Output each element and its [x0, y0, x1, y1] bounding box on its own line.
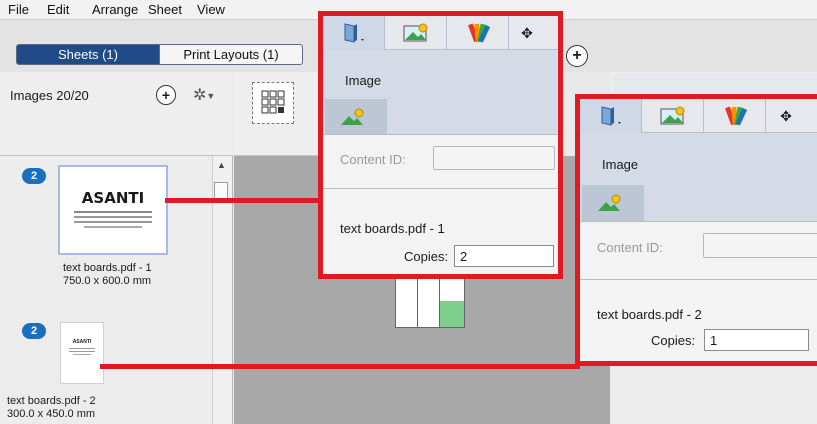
color-palette-icon — [724, 106, 747, 126]
image-icon — [403, 23, 427, 42]
image-icon — [341, 108, 364, 125]
copies-label: Copies: — [651, 333, 696, 348]
image-name-1: text boards.pdf - 1 — [63, 262, 152, 274]
tab-print-layouts[interactable]: Print Layouts (1) — [159, 45, 302, 64]
tab-color[interactable] — [447, 16, 509, 50]
image-thumbnail-2[interactable]: ASANTI — [60, 322, 104, 384]
section-title: Image — [345, 73, 382, 88]
move-icon: ✥ — [521, 24, 533, 41]
inspector-callout-1: ✥ Image Content ID: text boards.pdf - 1 … — [318, 11, 563, 279]
add-tab-button[interactable]: + — [566, 45, 588, 67]
quantity-badge: 2 — [22, 323, 46, 339]
copies-label: Copies: — [404, 249, 449, 264]
inspector-tabs: ✥ — [580, 99, 817, 133]
image-thumbnail-1[interactable]: ASANTI — [58, 165, 168, 255]
color-palette-icon — [467, 23, 490, 43]
images-count-label: Images 20/20 — [10, 88, 89, 103]
tab-image[interactable] — [385, 16, 447, 50]
callout-connector-1 — [165, 198, 325, 203]
scroll-up-icon[interactable]: ▲ — [217, 160, 226, 170]
thumbnail-title: ASANTI — [81, 189, 145, 207]
scroll-thumb[interactable] — [214, 182, 228, 199]
sheet-preview[interactable] — [395, 278, 465, 328]
callout-connector-2 — [100, 364, 580, 369]
plus-icon: + — [161, 87, 171, 103]
menu-arrange[interactable]: Arrange — [92, 2, 138, 17]
gear-icon[interactable]: ✲▼ — [193, 85, 215, 105]
image-size-1: 750.0 x 600.0 mm — [63, 275, 152, 287]
divider — [580, 279, 817, 280]
tab-color[interactable] — [704, 99, 766, 133]
quantity-badge: 2 — [22, 168, 46, 184]
content-id-label: Content ID: — [597, 240, 663, 255]
section-title: Image — [602, 157, 639, 172]
divider — [323, 188, 558, 189]
menu-sheet[interactable]: Sheet — [148, 2, 182, 17]
tab-book[interactable] — [580, 99, 642, 133]
inspector-tabs: ✥ — [323, 16, 558, 50]
move-icon: ✥ — [780, 107, 792, 124]
divider — [580, 221, 817, 222]
divider — [323, 134, 558, 135]
file-label: text boards.pdf - 1 — [340, 221, 445, 236]
image-icon — [598, 194, 621, 211]
grid-icon[interactable] — [252, 82, 294, 124]
content-id-field[interactable] — [703, 233, 817, 258]
image-name-2: text boards.pdf - 2 — [7, 395, 96, 407]
book-icon — [601, 106, 621, 126]
image-icon — [660, 106, 684, 125]
image-size-2: 300.0 x 450.0 mm — [7, 408, 96, 420]
add-image-button[interactable]: + — [156, 85, 176, 105]
image-mode-button[interactable] — [582, 185, 644, 221]
menu-edit[interactable]: Edit — [47, 2, 69, 17]
content-id-label: Content ID: — [340, 152, 406, 167]
content-id-field[interactable] — [433, 146, 555, 170]
copies-field[interactable]: 2 — [454, 245, 554, 267]
file-label: text boards.pdf - 2 — [597, 307, 702, 322]
menu-file[interactable]: File — [8, 2, 29, 17]
tab-sheets[interactable]: Sheets (1) — [17, 45, 159, 64]
view-tabs: Sheets (1) Print Layouts (1) — [16, 44, 303, 65]
thumbnail-title: ASANTI — [72, 339, 92, 345]
inspector-callout-2: ✥ Image Content ID: text boards.pdf - 2 … — [575, 94, 817, 366]
copies-field[interactable]: 1 — [704, 329, 809, 351]
tab-move[interactable]: ✥ — [766, 99, 806, 133]
tab-image[interactable] — [642, 99, 704, 133]
menu-view[interactable]: View — [197, 2, 225, 17]
image-mode-button[interactable] — [325, 99, 387, 134]
book-icon — [344, 23, 364, 43]
tab-book[interactable] — [323, 16, 385, 50]
plus-icon: + — [572, 47, 582, 64]
tab-move[interactable]: ✥ — [509, 16, 545, 50]
